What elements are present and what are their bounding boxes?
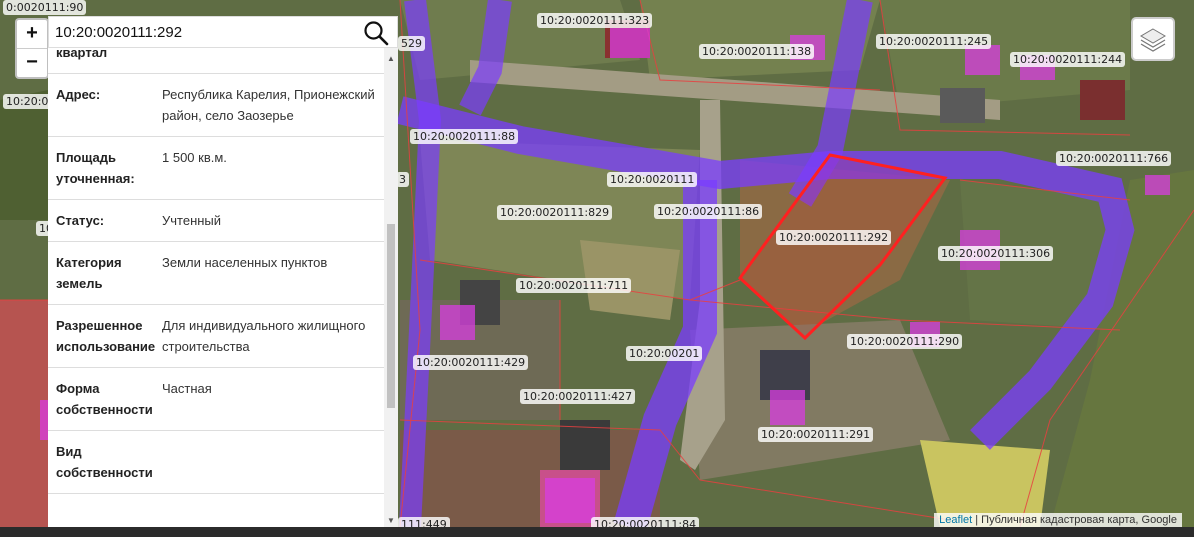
parcel-label[interactable]: 10:20:0020111:86 xyxy=(654,204,763,219)
parcel-label[interactable]: 10:20:0020111:323 xyxy=(537,13,653,28)
parcel-label[interactable]: 10:20:0020111:829 xyxy=(497,205,613,220)
layers-icon xyxy=(1140,28,1166,52)
search-input[interactable] xyxy=(49,17,361,47)
attribution-text: | Публичная кадастровая карта, Google xyxy=(972,514,1177,526)
parcel-label[interactable]: 0:0020111:90 xyxy=(3,0,87,15)
info-row-area: Площадь уточненная: 1 500 кв.м. xyxy=(48,137,384,200)
parcel-label[interactable]: 10:20:0020111:306 xyxy=(938,246,1054,261)
info-row-ownership-type: Вид собственности xyxy=(48,431,384,494)
zoom-out-button[interactable]: − xyxy=(17,48,47,77)
parcel-label[interactable]: 10:20:0020111:427 xyxy=(520,389,636,404)
info-row-category: Категория земель Земли населенных пунктов xyxy=(48,242,384,305)
scrollbar-thumb[interactable] xyxy=(387,224,395,408)
leaflet-link[interactable]: Leaflet xyxy=(939,514,972,526)
parcel-label[interactable]: 529 xyxy=(398,36,425,51)
panel-scrollbar[interactable]: ▲ ▼ xyxy=(384,48,398,527)
layers-button[interactable] xyxy=(1131,17,1175,61)
zoom-control: + − xyxy=(15,18,49,79)
search-icon[interactable] xyxy=(363,20,389,46)
parcel-label[interactable]: 10:20:0020111:429 xyxy=(413,355,529,370)
parcel-label[interactable]: 10:20:0020111:291 xyxy=(758,427,874,442)
parcel-label[interactable]: 10:20:0020111:84 xyxy=(591,517,700,527)
parcel-label[interactable]: 10:20:0020111:711 xyxy=(516,278,632,293)
parcel-label-selected[interactable]: 10:20:0020111:292 xyxy=(776,230,892,245)
parcel-label[interactable]: 111:449 xyxy=(398,517,450,527)
search-bar xyxy=(48,16,398,48)
parcel-label[interactable]: 10:20:00201 xyxy=(626,346,703,361)
parcel-label[interactable]: 10:20:0020111:244 xyxy=(1010,52,1126,67)
parcel-label[interactable]: 10:20:0020111:290 xyxy=(847,334,963,349)
info-row-address: Адрес: Республика Карелия, Прионежский ра… xyxy=(48,74,384,137)
info-row-ownership-form: Форма собственности Частная xyxy=(48,368,384,431)
info-panel[interactable]: квартал Адрес: Республика Карелия, Прионе… xyxy=(48,48,398,527)
info-row-status: Статус: Учтенный xyxy=(48,200,384,242)
scroll-down-arrow-icon[interactable]: ▼ xyxy=(387,516,395,525)
parcel-label[interactable]: 10:20:0020111:766 xyxy=(1056,151,1172,166)
zoom-in-button[interactable]: + xyxy=(17,20,47,48)
scroll-up-arrow-icon[interactable]: ▲ xyxy=(387,54,395,63)
map-attribution: Leaflet | Публичная кадастровая карта, G… xyxy=(934,513,1182,527)
info-row-permitted-use: Разрешенное использование Для индивидуаль… xyxy=(48,305,384,368)
parcel-label[interactable]: 10:20:0020111 xyxy=(607,172,698,187)
parcel-label[interactable]: 10:20:0020111:138 xyxy=(699,44,815,59)
parcel-label[interactable]: 10:20:0020111:245 xyxy=(876,34,992,49)
info-row-quarter: квартал xyxy=(48,48,384,74)
parcel-label[interactable]: 10:20:0020111:88 xyxy=(410,129,519,144)
bottom-bar xyxy=(0,527,1194,537)
